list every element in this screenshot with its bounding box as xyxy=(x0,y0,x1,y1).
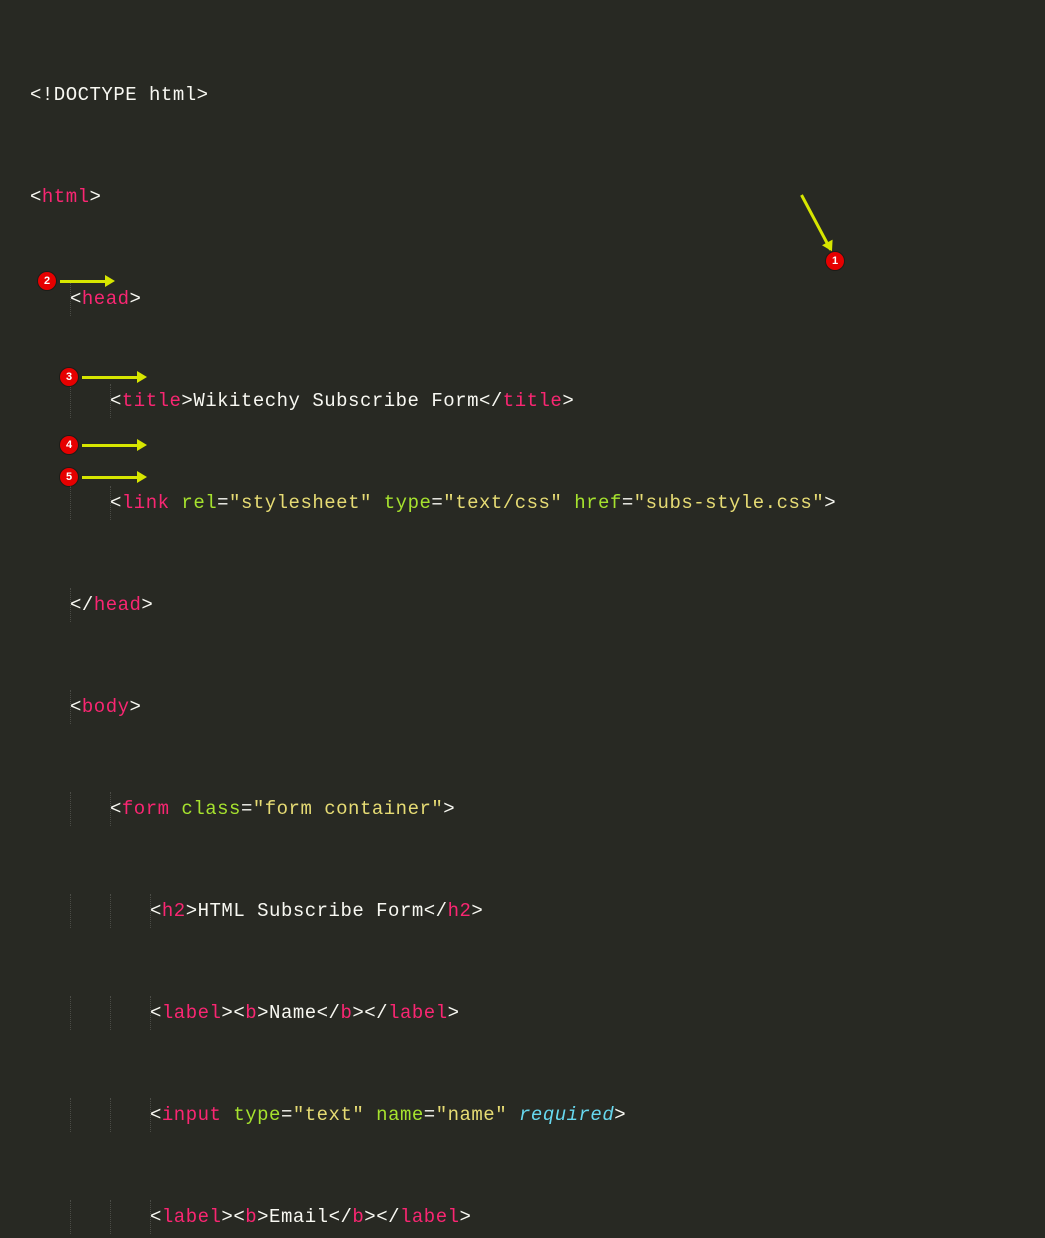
annotation-badge-2: 2 xyxy=(38,272,56,290)
code-editor: <!DOCTYPE html> <html> <head> <title>Wik… xyxy=(0,0,1045,1238)
annotation-badge-5: 5 xyxy=(60,468,78,486)
code-line: <title>Wikitechy Subscribe Form</title> xyxy=(30,384,1045,418)
code-line: <form class="form container"> xyxy=(30,792,1045,826)
code-line: <html> xyxy=(30,180,1045,214)
code-line: <input type="text" name="name" required> xyxy=(30,1098,1045,1132)
code-line: </head> xyxy=(30,588,1045,622)
code-line: <head> xyxy=(30,282,1045,316)
annotation-badge-3: 3 xyxy=(60,368,78,386)
annotation-badge-1: 1 xyxy=(826,252,844,270)
code-line: <label><b>Email</b></label> xyxy=(30,1200,1045,1234)
code-line: <label><b>Name</b></label> xyxy=(30,996,1045,1030)
code-line: <!DOCTYPE html> xyxy=(30,78,1045,112)
annotation-badge-4: 4 xyxy=(60,436,78,454)
code-line: <body> xyxy=(30,690,1045,724)
code-line: <h2>HTML Subscribe Form</h2> xyxy=(30,894,1045,928)
code-line: <link rel="stylesheet" type="text/css" h… xyxy=(30,486,1045,520)
